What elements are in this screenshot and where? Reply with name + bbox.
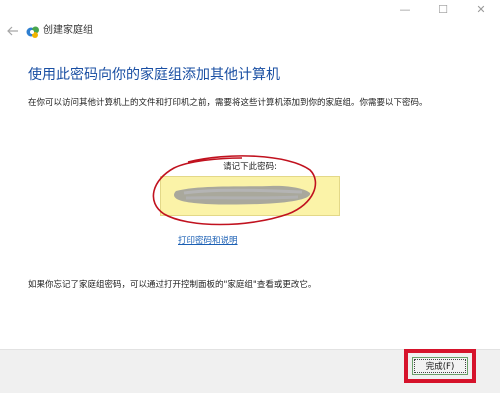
- window-title: 创建家庭组: [43, 25, 93, 36]
- maximize-button[interactable]: ☐: [424, 0, 462, 18]
- homegroup-icon: [26, 24, 40, 38]
- print-password-link[interactable]: 打印密码和说明: [178, 234, 238, 246]
- back-arrow-icon[interactable]: [6, 24, 20, 38]
- page-heading: 使用此密码向你的家庭组添加其他计算机: [28, 67, 280, 83]
- finish-button[interactable]: 完成(F): [412, 357, 468, 375]
- intro-text: 在你可以访问其他计算机上的文件和打印机之前，需要将这些计算机添加到你的家庭组。你…: [28, 98, 428, 108]
- red-annotation-circle: [152, 155, 317, 226]
- forgot-password-text: 如果你忘记了家庭组密码，可以通过打开控制面板的"家庭组"查看或更改它。: [28, 280, 317, 290]
- close-button[interactable]: ✕: [462, 0, 500, 18]
- minimize-button[interactable]: —: [386, 0, 424, 18]
- window-controls: — ☐ ✕: [386, 0, 500, 18]
- create-homegroup-window: — ☐ ✕ 创建家庭组 使用此密码向你的家庭组添加其他计算机 在你可以访问其他计…: [0, 0, 500, 393]
